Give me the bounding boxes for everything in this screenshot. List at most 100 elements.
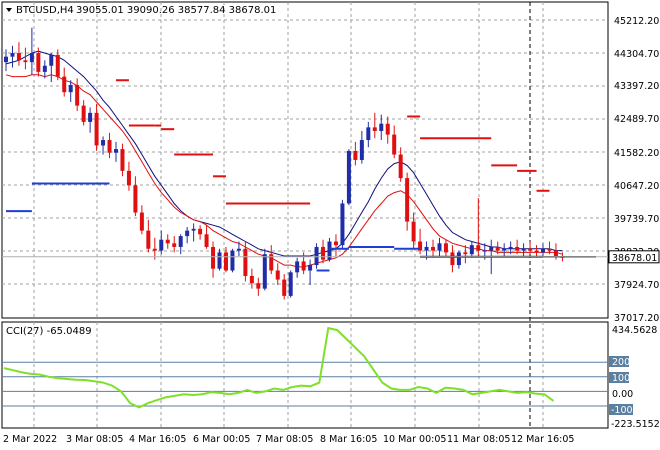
candle-body [185,230,190,237]
candle-body [113,149,118,153]
candle-body [398,154,403,179]
candle-body [75,84,80,106]
candle-body [62,76,67,93]
candle-body [385,123,390,135]
candle-body [236,248,241,251]
candle-body [502,248,507,251]
candle-body [165,239,170,244]
candle-body [81,105,86,122]
candle-body [372,127,377,131]
cci-tick: 100 [612,373,630,384]
time-tick: 11 Mar 08:05 [447,434,510,445]
candle-body [211,246,216,269]
candle-body [469,245,474,255]
price-axis: 45212.20 44304.70 43397.20 42489.70 4158… [614,16,659,324]
candle-body [139,212,144,231]
candle-body [94,112,99,146]
candle-body [146,230,151,249]
candle-body [275,270,280,280]
candle-body [10,53,15,57]
candle-body [126,170,131,186]
cci-tick: 434.5628 [612,325,657,336]
time-tick: 4 Mar 16:05 [129,434,186,445]
cci-tick: 200 [612,357,630,368]
candle-body [443,243,448,253]
time-tick: 3 Mar 08:05 [66,434,123,445]
candle-body [4,56,8,63]
candle-body [23,60,28,63]
candle-body [340,203,345,246]
candle-body [541,248,546,253]
candle-body [243,248,248,276]
candle-body [431,246,436,251]
candle-body [308,265,313,271]
price-tick: 45212.20 [614,16,659,27]
candle-body [295,261,300,273]
chart-header: BTCUSD,H4 39055.01 39090.26 38577.84 386… [6,5,276,16]
candle-body [16,53,21,61]
candle-body [553,250,558,257]
candle-body [489,246,494,251]
candle-body [353,150,358,160]
candle-body [152,248,157,251]
candle-body [159,239,164,251]
candle-body [547,248,552,251]
candle-body [249,275,254,284]
current-price-tag: 38678.01 [608,250,660,264]
candle-body [508,246,513,249]
symbol-label: BTCUSD,H4 [16,5,74,16]
cci-title: CCI(27) -65.0489 [6,326,92,337]
candle-body [198,228,203,235]
candle-body [288,272,293,296]
price-tick: 41582.20 [614,148,659,159]
time-tick: 10 Mar 00:05 [383,434,446,445]
candle-body [534,250,539,253]
candle-body [133,185,138,213]
candle-body [379,123,384,131]
price-tick: 37017.20 [614,313,659,324]
price-panel[interactable] [1,1,609,319]
candle-body [29,53,34,63]
candle-body [482,250,487,252]
candle-body [301,261,306,271]
time-tick: 7 Mar 08:05 [256,434,313,445]
price-tick: 44304.70 [614,49,659,60]
candle-body [262,254,267,289]
price-tick: 42489.70 [614,114,659,125]
candle-body [282,279,287,296]
candle-body [49,54,54,66]
time-tick: 6 Mar 00:05 [193,434,250,445]
candle-body [476,245,481,251]
chart-canvas[interactable]: BTCUSD,H4 39055.01 39090.26 38577.84 386… [0,0,660,450]
candle-body [392,134,397,155]
candle-body [55,54,60,77]
candle-body [101,140,106,146]
price-tick: 39739.70 [614,214,659,225]
candle-body [528,248,533,251]
cci-panel[interactable] [1,321,609,429]
candle-body [411,221,416,242]
time-axis: 2 Mar 2022 3 Mar 08:05 4 Mar 16:05 6 Mar… [3,434,574,445]
candle-body [314,246,319,266]
candle-body [450,252,455,266]
candle-body [366,127,371,141]
candle-body [178,236,183,247]
candle-body [515,246,520,251]
candle-body [68,84,73,93]
candle-body [321,246,326,260]
cci-tick: -223.5152 [611,419,660,430]
candle-body [204,234,209,247]
time-tick: 8 Mar 16:05 [320,434,377,445]
cci-axis: 434.5628 200 100 0.00 -100 -223.5152 [609,325,660,430]
candle-body [107,140,112,153]
candle-body [42,65,47,72]
price-tick: 43397.20 [614,81,659,92]
ohlc-values: 39055.01 39090.26 38577.84 38678.01 [76,5,276,16]
svg-text:38678.01: 38678.01 [612,253,657,264]
candle-body [463,252,468,255]
candle-body [88,112,93,122]
price-tick: 37924.70 [614,280,659,291]
candle-body [120,149,125,171]
candle-body [191,228,196,231]
candle-body [495,246,500,251]
